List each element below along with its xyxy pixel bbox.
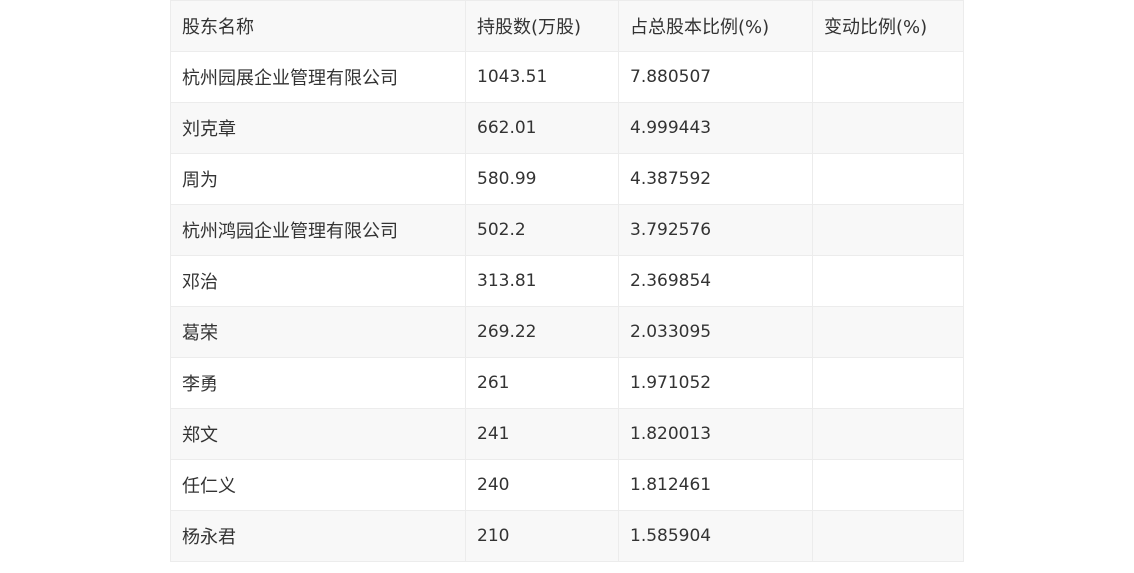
table-row: 杨永君 210 1.585904 <box>170 510 964 562</box>
cell-shares: 241 <box>465 408 619 460</box>
cell-change-ratio <box>812 357 964 409</box>
cell-shareholder-name: 杭州鸿园企业管理有限公司 <box>170 204 466 256</box>
cell-shareholder-name: 葛荣 <box>170 306 466 358</box>
table-row: 周为 580.99 4.387592 <box>170 153 964 205</box>
cell-shares: 580.99 <box>465 153 619 205</box>
cell-shares: 1043.51 <box>465 51 619 103</box>
cell-shares: 240 <box>465 459 619 511</box>
table-row: 郑文 241 1.820013 <box>170 408 964 460</box>
cell-change-ratio <box>812 255 964 307</box>
cell-share-ratio: 1.812461 <box>618 459 813 511</box>
header-shares: 持股数(万股) <box>465 0 619 52</box>
cell-shares: 269.22 <box>465 306 619 358</box>
table-header-row: 股东名称 持股数(万股) 占总股本比例(%) 变动比例(%) <box>170 0 964 52</box>
cell-shares: 261 <box>465 357 619 409</box>
cell-change-ratio <box>812 204 964 256</box>
cell-change-ratio <box>812 102 964 154</box>
cell-shareholder-name: 邓治 <box>170 255 466 307</box>
header-shareholder-name: 股东名称 <box>170 0 466 52</box>
cell-share-ratio: 7.880507 <box>618 51 813 103</box>
cell-change-ratio <box>812 408 964 460</box>
cell-shares: 662.01 <box>465 102 619 154</box>
cell-share-ratio: 1.585904 <box>618 510 813 562</box>
cell-change-ratio <box>812 306 964 358</box>
shareholders-table-container: 股东名称 持股数(万股) 占总股本比例(%) 变动比例(%) 杭州园展企业管理有… <box>170 0 964 562</box>
cell-shareholder-name: 刘克章 <box>170 102 466 154</box>
table-body: 杭州园展企业管理有限公司 1043.51 7.880507 刘克章 662.01 4.99… <box>170 51 964 562</box>
table-row: 邓治 313.81 2.369854 <box>170 255 964 307</box>
cell-shares: 502.2 <box>465 204 619 256</box>
cell-shareholder-name: 杭州园展企业管理有限公司 <box>170 51 466 103</box>
cell-shareholder-name: 郑文 <box>170 408 466 460</box>
cell-share-ratio: 2.033095 <box>618 306 813 358</box>
cell-share-ratio: 3.792576 <box>618 204 813 256</box>
cell-change-ratio <box>812 51 964 103</box>
shareholders-table: 股东名称 持股数(万股) 占总股本比例(%) 变动比例(%) 杭州园展企业管理有… <box>170 0 964 562</box>
cell-shareholder-name: 杨永君 <box>170 510 466 562</box>
table-row: 任仁义 240 1.812461 <box>170 459 964 511</box>
table-row: 刘克章 662.01 4.999443 <box>170 102 964 154</box>
table-row: 葛荣 269.22 2.033095 <box>170 306 964 358</box>
cell-shareholder-name: 李勇 <box>170 357 466 409</box>
cell-shares: 313.81 <box>465 255 619 307</box>
cell-share-ratio: 4.387592 <box>618 153 813 205</box>
cell-share-ratio: 1.971052 <box>618 357 813 409</box>
table-row: 李勇 261 1.971052 <box>170 357 964 409</box>
cell-shareholder-name: 周为 <box>170 153 466 205</box>
cell-shareholder-name: 任仁义 <box>170 459 466 511</box>
cell-share-ratio: 2.369854 <box>618 255 813 307</box>
cell-change-ratio <box>812 153 964 205</box>
header-change-ratio: 变动比例(%) <box>812 0 964 52</box>
cell-change-ratio <box>812 459 964 511</box>
header-share-ratio: 占总股本比例(%) <box>618 0 813 52</box>
cell-share-ratio: 4.999443 <box>618 102 813 154</box>
cell-shares: 210 <box>465 510 619 562</box>
table-row: 杭州园展企业管理有限公司 1043.51 7.880507 <box>170 51 964 103</box>
cell-change-ratio <box>812 510 964 562</box>
table-row: 杭州鸿园企业管理有限公司 502.2 3.792576 <box>170 204 964 256</box>
cell-share-ratio: 1.820013 <box>618 408 813 460</box>
